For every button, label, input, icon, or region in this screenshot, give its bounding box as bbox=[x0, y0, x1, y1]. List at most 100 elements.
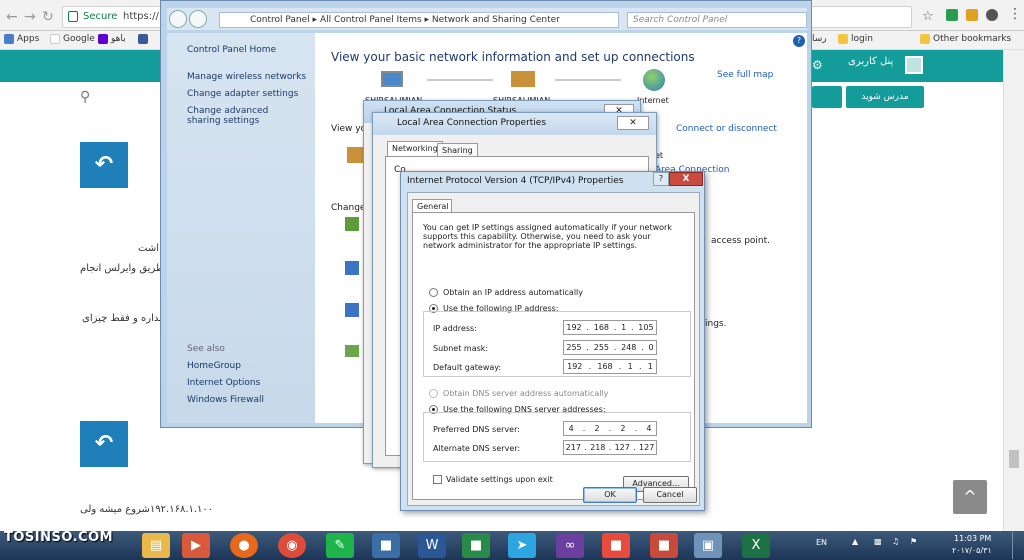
flag-icon[interactable]: ⚑ bbox=[910, 537, 917, 546]
close-button[interactable]: ✕ bbox=[617, 116, 649, 130]
volume-icon[interactable]: ♫ bbox=[892, 537, 899, 546]
media-player-icon[interactable]: ▶ bbox=[182, 533, 210, 558]
obtain-ip-auto-label[interactable]: Obtain an IP address automatically bbox=[443, 288, 583, 297]
obtain-dns-auto-label[interactable]: Obtain DNS server address automatically bbox=[443, 389, 608, 398]
validate-settings-checkbox[interactable] bbox=[433, 475, 442, 484]
reply-icon[interactable]: ↶ bbox=[80, 142, 128, 188]
obtain-ip-auto-radio[interactable] bbox=[429, 288, 438, 297]
octet: 4 bbox=[568, 424, 574, 433]
connect-disconnect-link[interactable]: Connect or disconnect bbox=[676, 124, 777, 134]
breadcrumb-item[interactable]: Network and Sharing Center bbox=[432, 15, 560, 25]
extension-icon[interactable] bbox=[986, 9, 998, 21]
back-arrow-icon[interactable]: ← bbox=[6, 9, 18, 25]
url-text: https:// bbox=[123, 11, 159, 22]
bookmark-partial[interactable]: رسا bbox=[812, 34, 827, 44]
computer-icon bbox=[381, 71, 403, 87]
sidebar-item-adapter[interactable]: Change adapter settings bbox=[187, 89, 298, 99]
bookmark-google[interactable]: Google bbox=[50, 34, 95, 44]
bookmark-facebook[interactable] bbox=[138, 34, 148, 44]
forward-arrow-icon[interactable]: → bbox=[24, 9, 36, 25]
partial-text: access point. bbox=[711, 236, 771, 246]
chrome-icon[interactable]: ◉ bbox=[278, 533, 306, 558]
bell-icon[interactable]: ⚙ bbox=[812, 58, 823, 72]
octet: 1 bbox=[627, 362, 633, 371]
sidebar-item-wireless[interactable]: Manage wireless networks bbox=[187, 72, 306, 82]
search-icon[interactable]: ⚲ bbox=[80, 89, 90, 105]
header-button[interactable] bbox=[812, 86, 842, 108]
extension-icon[interactable] bbox=[946, 9, 958, 21]
cancel-button[interactable]: Cancel bbox=[643, 487, 697, 503]
octet: 192 bbox=[566, 323, 582, 332]
validate-settings-label[interactable]: Validate settings upon exit bbox=[446, 475, 553, 484]
ip-address-field[interactable]: 192. 168. 1. 105 bbox=[563, 320, 657, 335]
bookmark-other[interactable]: Other bookmarks bbox=[920, 34, 1011, 44]
subnet-mask-field[interactable]: 255. 255. 248. 0 bbox=[563, 340, 657, 355]
app-icon[interactable]: ■ bbox=[650, 533, 678, 558]
connect-network-icon[interactable] bbox=[345, 261, 359, 275]
preferred-dns-field[interactable]: 4.2.2.4 bbox=[563, 421, 657, 436]
breadcrumb-item[interactable]: Control Panel bbox=[250, 15, 310, 25]
control-panel-search-input[interactable]: Search Control Panel bbox=[627, 12, 807, 28]
sidebar-item-homegroup[interactable]: HomeGroup bbox=[187, 361, 241, 371]
menu-dots-icon[interactable]: ⋮ bbox=[1008, 6, 1022, 22]
telegram-icon[interactable]: ➤ bbox=[508, 533, 536, 558]
tab-networking[interactable]: Networking bbox=[387, 141, 443, 156]
octet: 168 bbox=[597, 362, 613, 371]
default-gateway-field[interactable]: 192. 168. 1. 1 bbox=[563, 359, 657, 374]
homegroup-icon[interactable] bbox=[345, 303, 359, 317]
bookmark-star-icon[interactable]: ☆ bbox=[922, 9, 934, 24]
app-icon[interactable]: ■ bbox=[372, 533, 400, 558]
extension-icon[interactable] bbox=[966, 9, 978, 21]
line-app-icon[interactable]: ✎ bbox=[326, 533, 354, 558]
subnet-mask-label: Subnet mask: bbox=[433, 344, 489, 353]
tab-general[interactable]: General bbox=[412, 199, 452, 213]
scroll-to-top-button[interactable]: ^ bbox=[953, 480, 987, 514]
sidebar-item-internet-options[interactable]: Internet Options bbox=[187, 378, 260, 388]
troubleshoot-icon[interactable] bbox=[345, 345, 359, 357]
obtain-dns-auto-radio[interactable] bbox=[429, 389, 438, 398]
bookmark-login[interactable]: login bbox=[838, 34, 873, 44]
tray-arrow-icon[interactable]: ▲ bbox=[852, 537, 858, 546]
reload-icon[interactable]: ↻ bbox=[42, 9, 54, 25]
show-desktop-button[interactable] bbox=[1012, 532, 1022, 559]
back-button[interactable] bbox=[169, 10, 187, 28]
app-icon[interactable]: ■ bbox=[462, 533, 490, 558]
clock-time[interactable]: 11:03 PM bbox=[954, 534, 991, 543]
control-panel-taskbar-icon[interactable]: ▣ bbox=[694, 533, 722, 558]
see-full-map-link[interactable]: See full map bbox=[717, 70, 773, 80]
change-settings-heading: Change bbox=[331, 203, 366, 213]
ip-address-label: IP address: bbox=[433, 324, 477, 333]
scroll-thumb[interactable] bbox=[1009, 450, 1019, 468]
page-scrollbar[interactable] bbox=[1003, 50, 1024, 531]
firefox-icon[interactable]: ● bbox=[230, 533, 258, 558]
breadcrumb[interactable]: Control Panel ▸ All Control Panel Items … bbox=[219, 12, 619, 28]
bookmark-label: Apps bbox=[17, 34, 40, 44]
visual-studio-icon[interactable]: ∞ bbox=[556, 533, 584, 558]
apps-grid-icon bbox=[4, 34, 14, 44]
help-icon[interactable]: ? bbox=[793, 35, 805, 47]
language-indicator[interactable]: EN bbox=[816, 538, 827, 547]
forward-button[interactable] bbox=[189, 10, 207, 28]
sidebar-item-firewall[interactable]: Windows Firewall bbox=[187, 395, 264, 405]
reply-icon[interactable]: ↶ bbox=[80, 421, 128, 467]
bench-icon bbox=[511, 71, 535, 87]
file-explorer-icon[interactable]: ▤ bbox=[142, 533, 170, 558]
bookmark-yahoo[interactable]: باهو bbox=[98, 34, 126, 44]
excel-icon[interactable]: X bbox=[742, 533, 770, 558]
breadcrumb-item[interactable]: All Control Panel Items bbox=[320, 15, 422, 25]
clock-date[interactable]: ۲۰۱۷/۰۵/۳۱ bbox=[952, 546, 992, 555]
sidebar-item-advanced-sharing[interactable]: Change advanced sharing settings bbox=[187, 106, 297, 126]
app-icon[interactable]: ■ bbox=[602, 533, 630, 558]
network-tray-icon[interactable]: ▩ bbox=[874, 537, 882, 546]
become-teacher-button[interactable]: مدرس شوید bbox=[846, 86, 924, 108]
bookmark-apps[interactable]: Apps bbox=[4, 34, 39, 44]
user-panel-link[interactable]: پنل کاربری bbox=[848, 56, 893, 67]
word-icon[interactable]: W bbox=[418, 533, 446, 558]
ok-button[interactable]: OK bbox=[583, 487, 637, 503]
close-button[interactable]: X bbox=[669, 172, 703, 186]
sidebar-item-home[interactable]: Control Panel Home bbox=[187, 45, 276, 55]
help-button[interactable]: ? bbox=[653, 172, 669, 186]
alternate-dns-field[interactable]: 217. 218. 127. 127 bbox=[563, 440, 657, 455]
avatar[interactable] bbox=[905, 56, 923, 74]
setup-connection-icon[interactable] bbox=[345, 217, 359, 231]
